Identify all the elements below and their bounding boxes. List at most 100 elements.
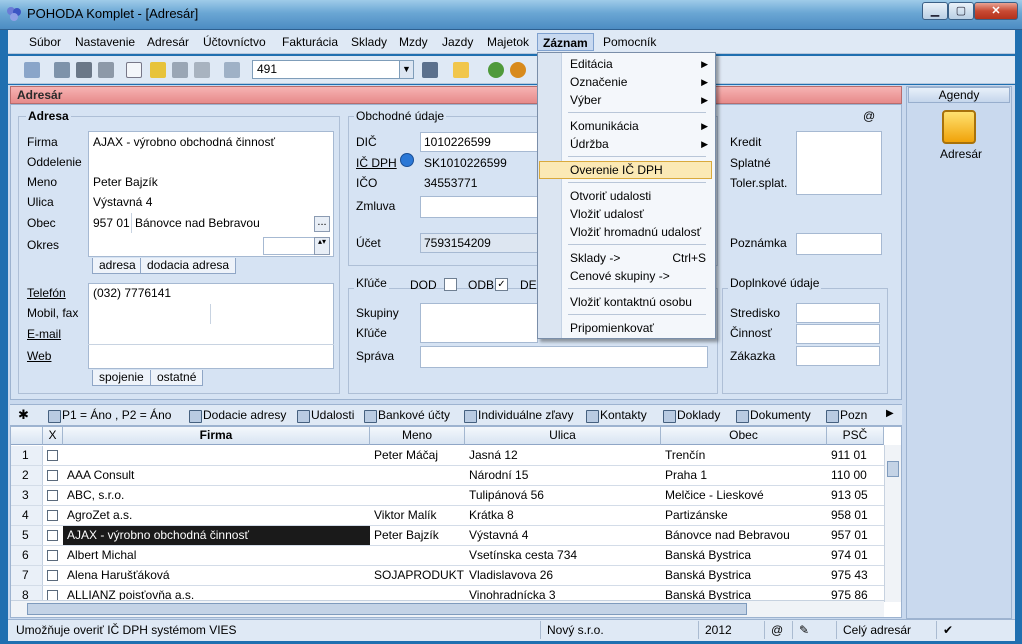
- save-icon[interactable]: [172, 62, 188, 78]
- documents-icon[interactable]: [224, 62, 240, 78]
- menu-pomocnik[interactable]: Pomocník: [598, 33, 661, 51]
- tab-adresa[interactable]: adresa: [92, 258, 143, 274]
- grid-header-obec[interactable]: Obec: [661, 427, 827, 445]
- ulica-value[interactable]: Výstavná 4: [93, 195, 152, 209]
- table-row[interactable]: 7 Alena Harušťáková SOJAPRODUKT Vladislavov…: [11, 566, 884, 586]
- tab-poznamky[interactable]: Pozn: [824, 407, 867, 424]
- menu-majetok[interactable]: Majetok: [482, 33, 534, 51]
- skupiny-field[interactable]: [420, 303, 538, 343]
- table-row[interactable]: 3 ABC, s.r.o. Tulipánová 56 Melčice - Liesk…: [11, 486, 884, 506]
- menu-adresar[interactable]: Adresár: [142, 33, 194, 51]
- cancel-icon[interactable]: [194, 62, 210, 78]
- folder-icon[interactable]: [453, 62, 469, 78]
- cinnost-field[interactable]: [796, 324, 880, 344]
- horizontal-scrollbar[interactable]: [11, 600, 884, 617]
- menu-nastavenie[interactable]: Nastavenie: [70, 33, 140, 51]
- table-row[interactable]: 1 Peter Máčaj Jasná 12 Trenčín 911 01: [11, 446, 884, 466]
- grid-header-psc[interactable]: PSČ: [827, 427, 884, 445]
- tab-dodacie-adresy[interactable]: Dodacie adresy: [187, 407, 286, 424]
- filter-icon[interactable]: [422, 62, 438, 78]
- menu-item-cenove-skupiny[interactable]: Cenové skupiny ->: [570, 267, 708, 285]
- grid-header-firma[interactable]: Firma: [63, 427, 370, 445]
- sprava-field[interactable]: [420, 346, 708, 368]
- web-label[interactable]: Web: [27, 349, 51, 363]
- vertical-scrollbar[interactable]: [884, 445, 901, 602]
- navigate-icon[interactable]: [24, 62, 40, 78]
- horizontal-scroll-thumb[interactable]: [27, 603, 747, 615]
- menu-item-pripomienkovat[interactable]: Pripomienkovať: [570, 319, 708, 337]
- tab-bankove-ucty[interactable]: Bankové účty: [362, 407, 450, 424]
- firma-value[interactable]: AJAX - výrobno obchodná činnosť: [93, 135, 275, 149]
- tab-spojenie[interactable]: spojenie: [92, 370, 151, 386]
- telefon-value[interactable]: (032) 7776141: [93, 286, 171, 300]
- vertical-scroll-thumb[interactable]: [887, 461, 899, 477]
- menu-item-oznacenie[interactable]: Označenie ▶: [570, 73, 708, 91]
- preview-icon[interactable]: [98, 62, 114, 78]
- menu-item-vlozit-hromadnu-udalost[interactable]: Vložiť hromadnú udalosť: [570, 223, 708, 241]
- email-label[interactable]: E-mail: [27, 327, 61, 341]
- telefon-label[interactable]: Telefón: [27, 286, 66, 300]
- copy-icon[interactable]: [54, 62, 70, 78]
- tab-dodacia-adresa[interactable]: dodacia adresa: [140, 258, 237, 274]
- menu-item-sklady[interactable]: Sklady -> Ctrl+S: [570, 249, 708, 267]
- zakazka-field[interactable]: [796, 346, 880, 366]
- new-record-icon[interactable]: [126, 62, 142, 78]
- okres-field[interactable]: [263, 237, 315, 255]
- menu-zaznam[interactable]: Záznam: [537, 33, 594, 51]
- odb-checkbox[interactable]: ✓: [495, 278, 508, 291]
- menu-subor[interactable]: Súbor: [24, 33, 66, 51]
- tab-doklady[interactable]: Doklady: [661, 407, 720, 424]
- menu-item-otvorit-udalosti[interactable]: Otvoriť udalosti: [570, 187, 708, 205]
- table-row[interactable]: 6 Albert Michal Vsetínska cesta 734 Banská …: [11, 546, 884, 566]
- row-checkbox[interactable]: [47, 510, 58, 521]
- internet-explorer-icon[interactable]: [400, 153, 414, 167]
- menu-item-udrzba[interactable]: Údržba ▶: [570, 135, 708, 153]
- menu-sklady[interactable]: Sklady: [346, 33, 392, 51]
- tab-udalosti[interactable]: Udalosti: [295, 407, 354, 424]
- okres-spinner[interactable]: ▴▾: [314, 237, 330, 255]
- row-checkbox[interactable]: [47, 570, 58, 581]
- menu-item-vlozit-kontaktnu-osobu[interactable]: Vložiť kontaktnú osobu: [570, 293, 708, 311]
- stredisko-field[interactable]: [796, 303, 880, 323]
- kredit-field[interactable]: [796, 131, 882, 195]
- row-checkbox[interactable]: [47, 530, 58, 541]
- menu-item-overenie-ic-dph[interactable]: Overenie IČ DPH: [570, 161, 708, 179]
- menu-item-vlozit-udalost[interactable]: Vložiť udalosť: [570, 205, 708, 223]
- asterisk-icon[interactable]: ✱: [18, 407, 29, 423]
- obec-value[interactable]: Bánovce nad Bebravou: [135, 216, 260, 230]
- currency-icon[interactable]: [510, 62, 526, 78]
- menu-mzdy[interactable]: Mzdy: [394, 33, 433, 51]
- menu-uctovnictvo[interactable]: Účtovníctvo: [198, 33, 271, 51]
- menu-jazdy[interactable]: Jazdy: [437, 33, 478, 51]
- tab-ostatne[interactable]: ostatné: [150, 370, 204, 386]
- address-book-icon[interactable]: [942, 110, 976, 144]
- tab-individualne-zlavy[interactable]: Individuálne zľavy: [462, 407, 574, 424]
- meno-value[interactable]: Peter Bajzík: [93, 175, 158, 189]
- maximize-button[interactable]: ▢: [948, 2, 974, 20]
- grid-header-ulica[interactable]: Ulica: [465, 427, 661, 445]
- agendy-item-adresar[interactable]: Adresár: [940, 147, 982, 161]
- exchange-icon[interactable]: [488, 62, 504, 78]
- menu-item-komunikacia[interactable]: Komunikácia ▶: [570, 117, 708, 135]
- tabs-scroll-right-icon[interactable]: ▶: [886, 408, 894, 419]
- row-checkbox[interactable]: [47, 550, 58, 561]
- obec-lookup-button[interactable]: ...: [314, 216, 330, 232]
- row-checkbox[interactable]: [47, 490, 58, 501]
- chevron-down-icon[interactable]: ▼: [399, 61, 413, 78]
- record-combo[interactable]: 491 ▼: [252, 60, 414, 79]
- menu-fakturacia[interactable]: Fakturácia: [277, 33, 343, 51]
- row-checkbox[interactable]: [47, 450, 58, 461]
- table-row[interactable]: 4 AgroZet a.s. Viktor Malík Krátka 8 Partizá…: [11, 506, 884, 526]
- table-row[interactable]: 2 AAA Consult Národní 15 Praha 1 110 00: [11, 466, 884, 486]
- grid-header-meno[interactable]: Meno: [370, 427, 465, 445]
- edit-icon[interactable]: [150, 62, 166, 78]
- tab-kontakty[interactable]: Kontakty: [584, 407, 647, 424]
- table-row[interactable]: 5 AJAX - výrobno obchodná činnosť Peter Ba…: [11, 526, 884, 546]
- minimize-button[interactable]: ▁: [922, 2, 948, 20]
- icdph-label[interactable]: IČ DPH: [356, 156, 397, 170]
- close-button[interactable]: ✕: [974, 2, 1018, 20]
- print-icon[interactable]: [76, 62, 92, 78]
- poznamka-field[interactable]: [796, 233, 882, 255]
- row-checkbox[interactable]: [47, 470, 58, 481]
- grid-header-x[interactable]: X: [43, 427, 63, 445]
